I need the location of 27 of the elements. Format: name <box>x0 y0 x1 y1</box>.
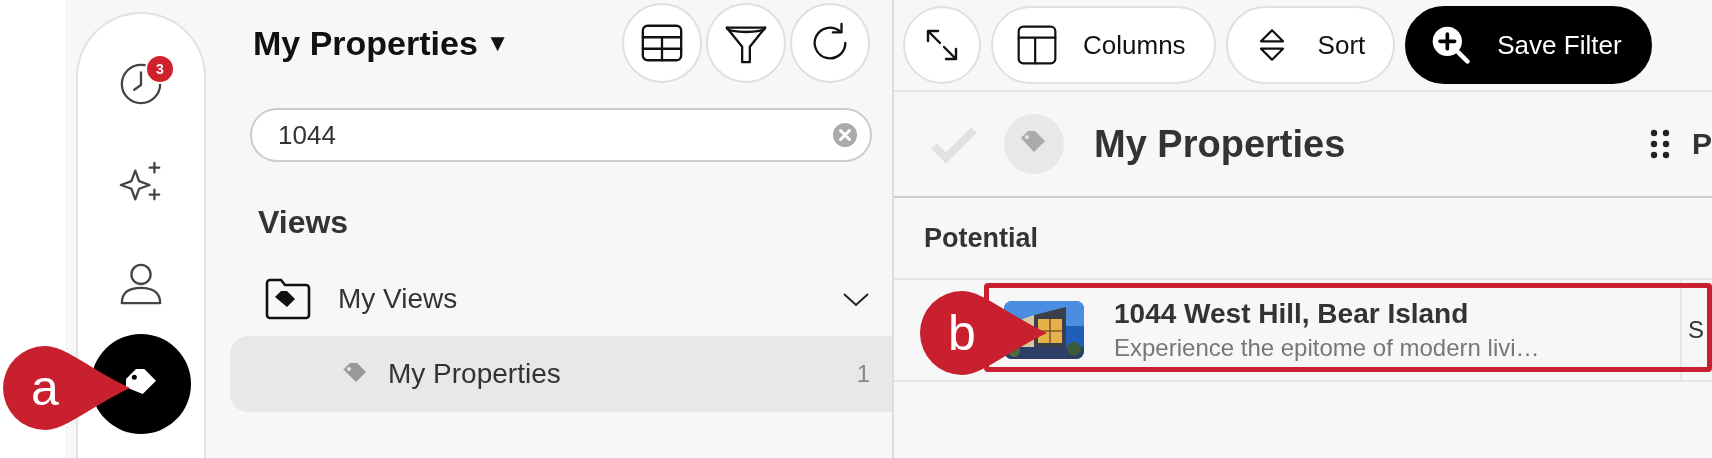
columns-icon <box>1015 23 1059 67</box>
chevron-icon[interactable] <box>842 291 870 307</box>
toolbar-button[interactable]: Save Filter <box>1405 6 1652 84</box>
board-title: My Properties <box>1094 122 1347 166</box>
item-count: 1 <box>856 360 870 388</box>
callout-marker: b <box>917 288 1047 378</box>
column-heading: P <box>1692 127 1712 161</box>
section-heading: Views <box>257 203 350 242</box>
person-icon <box>118 261 164 307</box>
table-cell: S <box>1680 280 1712 380</box>
view-label: My Properties <box>388 358 562 390</box>
dropdown-caret[interactable]: ▼ <box>485 29 510 57</box>
search-field[interactable]: 1044 <box>250 108 872 162</box>
folder-label: My Views <box>338 283 459 315</box>
nav-button[interactable]: 3 <box>91 34 191 134</box>
drag-handle-icon[interactable] <box>1650 129 1670 159</box>
notification-badge: 3 <box>145 54 175 84</box>
view-title[interactable]: My Properties <box>253 23 478 63</box>
card-title[interactable]: 1044 West Hill, Bear Island <box>1114 298 1680 330</box>
folder-icon <box>264 278 312 320</box>
group-heading: Potential <box>894 198 1712 280</box>
card-description: Experience the epitome of modern livi… <box>1114 334 1541 362</box>
callout-marker: a <box>0 343 130 433</box>
tree-item[interactable]: My Views <box>228 262 892 336</box>
tree-item[interactable]: My Properties 1 <box>230 336 892 412</box>
toolbar-button[interactable]: Columns <box>991 6 1216 84</box>
toolbar-button[interactable]: Sort <box>1225 6 1396 84</box>
